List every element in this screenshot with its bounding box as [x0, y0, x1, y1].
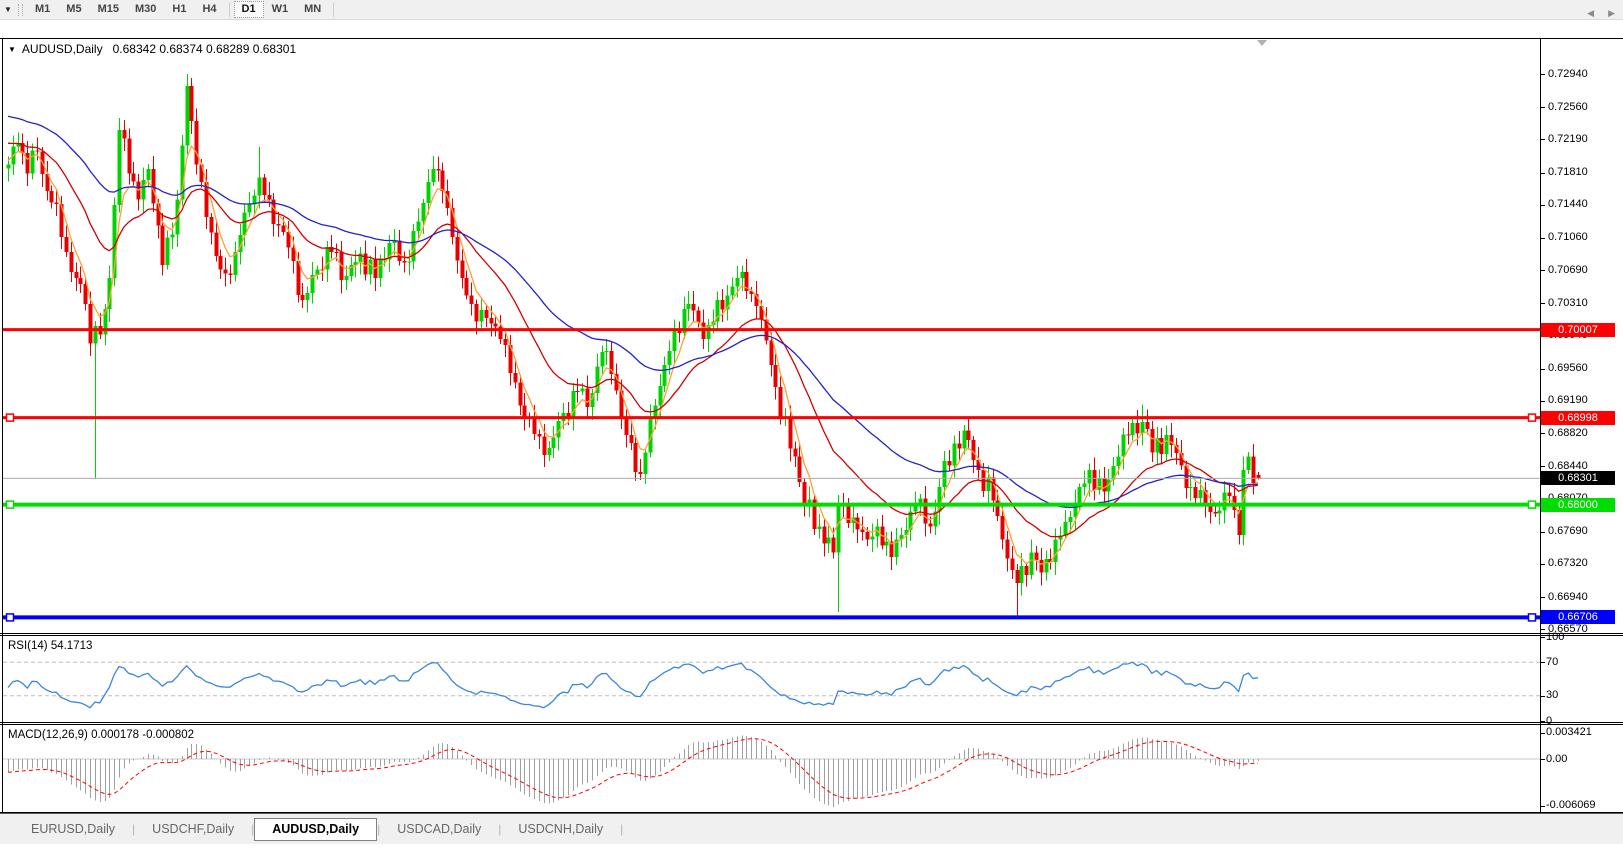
timeframe-button-h1[interactable]: H1	[164, 1, 194, 18]
timeframe-button-h4[interactable]: H4	[194, 1, 224, 18]
candlestick-chart[interactable]	[0, 19, 1623, 862]
price-axis-label: 0.67690	[1548, 525, 1588, 537]
chart-title: AUDUSD,Daily	[22, 42, 103, 56]
hline-handle[interactable]	[7, 614, 14, 621]
tab-usdchf[interactable]: USDCHF,Daily	[135, 819, 251, 840]
tab-separator: |	[620, 822, 623, 836]
hline-handle[interactable]	[1529, 501, 1536, 508]
price-axis-label: 0.71440	[1548, 198, 1588, 210]
timeframe-buttons: M1M5M15M30H1H4 D1W1MN	[27, 1, 338, 18]
pane-borders	[0, 38, 1623, 832]
price-axis-label: 0.67320	[1548, 557, 1588, 569]
hline-handle[interactable]	[7, 501, 14, 508]
tab-scroll-left-icon[interactable]: ◀	[1587, 8, 1594, 19]
chart-header: ▼ AUDUSD,Daily 0.68342 0.68374 0.68289 0…	[8, 42, 296, 56]
price-axis-label: 0.70310	[1548, 297, 1588, 309]
toolbar-dropdown-icon[interactable]: ▼	[0, 5, 16, 14]
main-pane	[3, 74, 1540, 621]
price-axis-label: 0.69560	[1548, 362, 1588, 374]
timeframe-button-d1[interactable]: D1	[234, 1, 264, 18]
ohlc-readout: 0.68342 0.68374 0.68289 0.68301	[113, 42, 297, 56]
macd-histogram	[9, 735, 1259, 807]
price-axis-label: 0.70690	[1548, 264, 1588, 276]
price-axis-label: 0.72560	[1548, 101, 1588, 113]
indicator-axis-label: 0.003421	[1546, 726, 1592, 738]
indicator-axis-label: 0.00	[1546, 753, 1567, 765]
indicator-axis-label: -0.006069	[1546, 799, 1596, 811]
timeframe-button-w1[interactable]: W1	[264, 1, 297, 18]
price-badge-0.68998: 0.68998	[1541, 411, 1615, 425]
indicator-axis-label: 30	[1546, 689, 1558, 701]
chart-shift-triangle-down-icon[interactable]	[1257, 40, 1267, 46]
price-badge-0.68000: 0.68000	[1541, 498, 1615, 512]
chart-dropdown-icon[interactable]: ▼	[8, 45, 16, 54]
timeframe-button-m5[interactable]: M5	[58, 1, 89, 18]
price-badge-0.66706: 0.66706	[1541, 610, 1615, 624]
chart-area: ▼ AUDUSD,Daily 0.68342 0.68374 0.68289 0…	[0, 19, 1623, 813]
toolbar-separator	[229, 3, 230, 17]
price-axis-label: 0.72190	[1548, 133, 1588, 145]
tab-scroll-arrows: ◀ ▶	[1587, 8, 1615, 19]
indicator-axis-label: 70	[1546, 656, 1558, 668]
rsi-label: RSI(14) 54.1713	[8, 640, 92, 652]
macd-signal-line	[8, 739, 1258, 799]
indicator-axis-label: 0	[1546, 715, 1552, 727]
hline-handle[interactable]	[1529, 614, 1536, 621]
indicator-axis-label: 100	[1546, 631, 1564, 643]
toolbar-separator	[333, 3, 334, 17]
hline-handle[interactable]	[7, 414, 14, 421]
price-axis-label: 0.68820	[1548, 427, 1588, 439]
rsi-pane	[3, 662, 1540, 708]
price-axis-label: 0.68440	[1548, 460, 1588, 472]
price-axis-label: 0.66940	[1548, 591, 1588, 603]
slow-ma-line	[8, 116, 1258, 507]
toolbar-grip[interactable]	[18, 4, 23, 16]
symbol-tabbar: EURUSD,Daily|USDCHF,Daily|AUDUSD,Daily|U…	[0, 813, 1623, 844]
timeframe-toolbar: ▼ M1M5M15M30H1H4 D1W1MN	[0, 0, 1623, 20]
price-badge-0.70007: 0.70007	[1541, 323, 1615, 337]
tab-usdcad[interactable]: USDCAD,Daily	[380, 819, 498, 840]
timeframe-button-m30[interactable]: M30	[127, 1, 164, 18]
price-axis-label: 0.71060	[1548, 231, 1588, 243]
macd-pane	[3, 735, 1540, 807]
candlestick-series	[7, 74, 1261, 618]
tab-scroll-right-icon[interactable]: ▶	[1608, 8, 1615, 19]
macd-label: MACD(12,26,9) 0.000178 -0.000802	[8, 729, 194, 741]
price-axis-label: 0.71810	[1548, 166, 1588, 178]
timeframe-button-m1[interactable]: M1	[27, 1, 58, 18]
tab-audusd[interactable]: AUDUSD,Daily	[254, 818, 377, 841]
rsi-line	[8, 662, 1258, 708]
tab-usdcnh[interactable]: USDCNH,Daily	[501, 819, 620, 840]
current-price-badge: 0.68301	[1541, 471, 1615, 485]
mt4-window: ▼ M1M5M15M30H1H4 D1W1MN ▼ AUDUSD,Daily 0.…	[0, 0, 1623, 843]
price-axis-label: 0.69190	[1548, 394, 1588, 406]
timeframe-button-m15[interactable]: M15	[90, 1, 127, 18]
hline-handle[interactable]	[1529, 414, 1536, 421]
tab-eurusd[interactable]: EURUSD,Daily	[14, 819, 132, 840]
timeframe-button-mn[interactable]: MN	[296, 1, 329, 18]
price-axis-label: 0.72940	[1548, 68, 1588, 80]
mid-ma-line	[8, 143, 1258, 537]
